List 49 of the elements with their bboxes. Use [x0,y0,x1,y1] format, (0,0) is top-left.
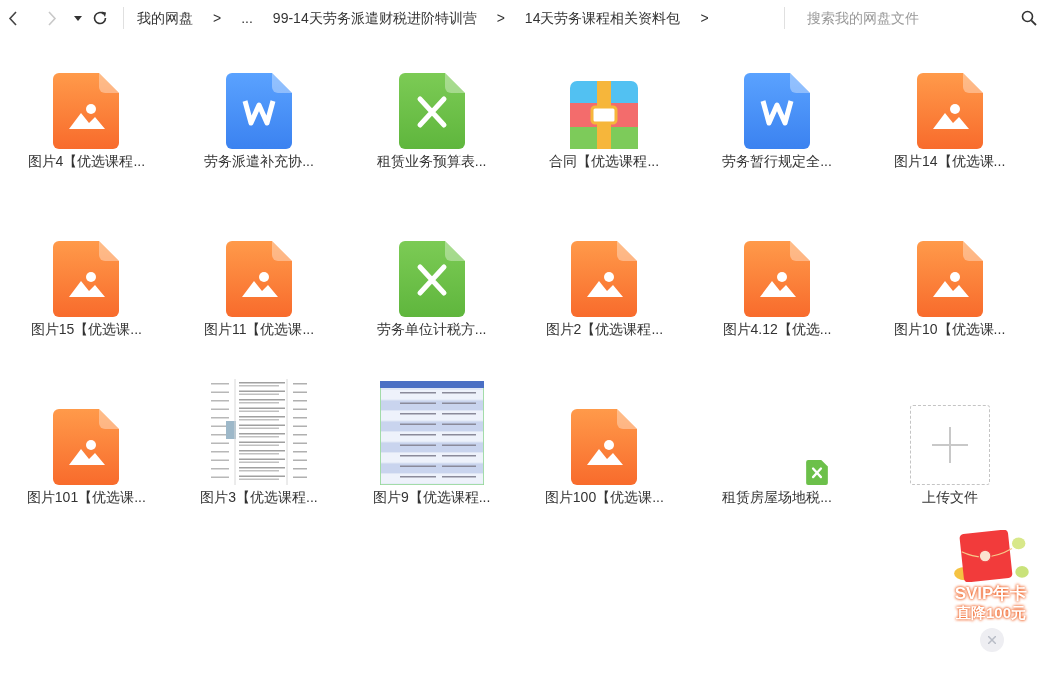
breadcrumb-link[interactable]: 14天劳务课程相关资料包 [524,7,681,29]
file-name: 图片4.12【优选... [722,320,832,339]
file-name: 合同【优选课程... [549,152,660,171]
upload-label: 上传文件 [921,488,978,507]
image-file-icon [53,73,120,149]
promo-subtitle: 直降100元 [954,604,1027,622]
search-field[interactable]: 搜索我的网盘文件 [807,7,997,29]
breadcrumb-separator: > [700,8,709,28]
file-name: 图片15【优选课... [30,320,142,339]
breadcrumb-separator: > [213,8,222,28]
caret-icon [74,15,82,21]
archive-file-icon [570,81,639,149]
image-file-icon [53,409,120,485]
file-name: 图片4【优选课程... [27,152,146,171]
breadcrumb-link[interactable]: 99-14天劳务派遣财税进阶特训营 [272,7,477,29]
file-name: 图片9【优选课程... [372,488,491,507]
file-name: 图片100【优选课... [544,488,664,507]
file-name: 图片101【优选课... [26,488,146,507]
file-name: 图片11【优选课... [203,320,315,339]
breadcrumb-link[interactable]: 我的网盘 [137,7,193,29]
image-file-icon [53,241,120,317]
back-icon [7,10,17,26]
breadcrumb-separator: > [496,8,505,28]
close-icon [988,636,996,644]
file-name: 租赁房屋场地税... [722,488,832,507]
forward-icon [47,10,57,26]
image-file-icon [744,241,810,317]
file-name: 劳务暂行规定全... [722,152,832,171]
word-file-icon [744,73,810,149]
image-file-icon [916,241,983,317]
file-name: 图片14【优选课... [894,152,1006,171]
image-file-icon [571,241,638,317]
file-name: 图片10【优选课... [894,320,1006,339]
plus-icon [931,427,968,463]
spreadsheet-file-icon [398,73,465,149]
file-name: 劳务单位计税方... [376,320,487,339]
file-name: 劳务派遣补充协... [204,152,314,171]
word-file-icon [226,73,292,149]
spreadsheet-file-icon [398,241,465,317]
refresh-icon [92,10,108,26]
image-file-icon [571,409,638,485]
spreadsheet-file-icon [806,460,828,485]
file-name: 图片3【优选课程... [200,488,318,507]
image-file-icon [916,73,983,149]
image-file-icon [226,241,292,317]
search-icon[interactable] [1021,10,1037,26]
file-name: 图片2【优选课程... [545,320,664,339]
file-name: 租赁业务预算表... [376,152,487,171]
breadcrumb-link[interactable]: ... [241,7,253,29]
